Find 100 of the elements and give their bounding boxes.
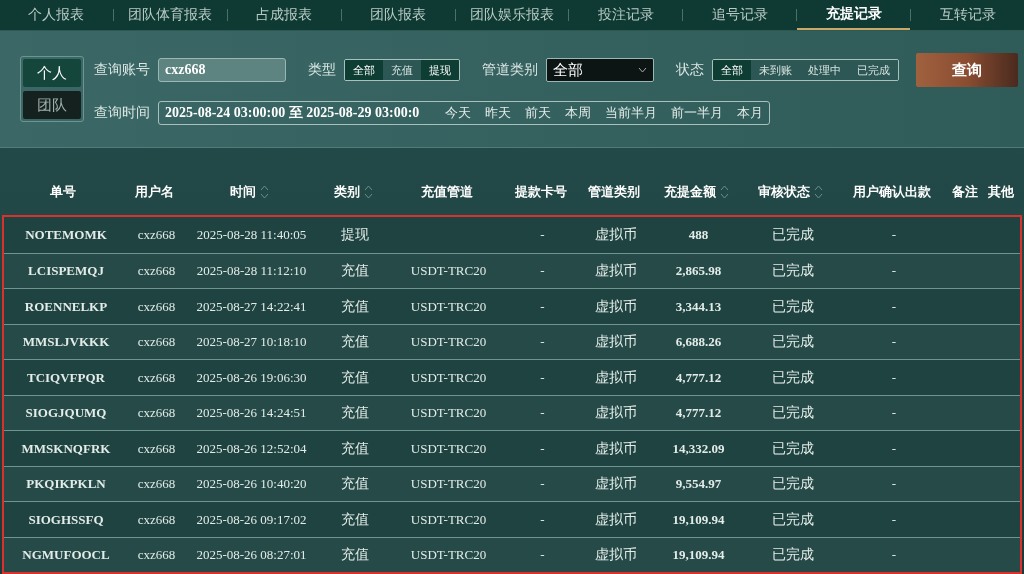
scope-tab[interactable]: 团队 <box>23 90 81 119</box>
column-header[interactable]: 用户名 <box>135 181 174 202</box>
column-header[interactable]: 审核状态 <box>758 181 823 202</box>
table-cell-text: cxz668 <box>137 333 176 351</box>
table-cell-text: 488 <box>688 226 709 244</box>
table-cell-text: - <box>540 510 545 529</box>
column-header[interactable]: 备注 <box>951 181 978 202</box>
segment-option[interactable]: 全部 <box>345 59 383 80</box>
column-header[interactable]: 类别 <box>333 181 373 202</box>
table-cell-text: 2025-08-26 14:24:51 <box>196 404 307 422</box>
tab[interactable]: 占成报表 <box>227 0 341 30</box>
table-cell-text: 充值 <box>341 438 369 458</box>
sort-icon[interactable] <box>363 183 373 200</box>
column-header[interactable]: 管道类别 <box>588 181 640 202</box>
column-header[interactable]: 时间 <box>230 181 269 202</box>
table-cell-text: USDT-TRC20 <box>410 262 487 280</box>
table-cell-text: 虚拟币 <box>595 367 637 387</box>
table-cell-text: 已完成 <box>771 403 814 423</box>
table-cell-text: USDT-TRC20 <box>410 368 487 387</box>
table-cell-text: 虚拟币 <box>595 509 637 529</box>
field-label: 管道类别 <box>482 60 538 80</box>
tab[interactable]: 团队体育报表 <box>113 0 227 30</box>
tab[interactable]: 团队娱乐报表 <box>455 0 569 30</box>
segment-option[interactable]: 充值 <box>383 59 421 80</box>
table-cell-text: cxz668 <box>137 475 176 493</box>
column-header[interactable]: 充提金额 <box>664 181 729 202</box>
sort-icon[interactable] <box>814 183 823 200</box>
table-cell-text: cxz668 <box>137 262 176 280</box>
table-cell-text: 充值 <box>341 261 369 281</box>
table-cell-text: 2025-08-26 19:06:30 <box>196 368 307 387</box>
field-label: 状态 <box>676 60 704 80</box>
table-cell-text: NOTEMOMK <box>25 226 107 244</box>
caret-icon <box>638 66 647 73</box>
table-cell-text: - <box>891 297 897 316</box>
table-cell-text: cxz668 <box>137 510 176 529</box>
tab[interactable]: 个人报表 <box>0 0 113 30</box>
table-cell-text: 已完成 <box>771 474 814 494</box>
segment-option[interactable]: 全部 <box>713 59 751 80</box>
table-cell-text: USDT-TRC20 <box>410 439 487 458</box>
table-cell-text: 充值 <box>341 509 369 529</box>
scope-tab[interactable]: 个人 <box>23 58 81 87</box>
table-cell-text: 2025-08-28 11:12:10 <box>196 262 307 280</box>
table-cell-text: MMSKNQFRK <box>21 439 111 458</box>
search-button[interactable]: 查询 <box>916 52 1018 87</box>
table-cell-text: 已完成 <box>771 296 814 316</box>
table-cell-text: 虚拟币 <box>595 403 637 423</box>
column-header[interactable]: 提款卡号 <box>514 181 567 202</box>
table-cell-text: 虚拟币 <box>595 261 637 281</box>
table-cell-text: cxz668 <box>137 404 176 422</box>
segment-option[interactable]: 已完成 <box>849 59 898 80</box>
field-label: 查询时间 <box>94 103 150 123</box>
table-cell-text: LCISPEMQJ <box>28 262 104 280</box>
input-field[interactable]: cxz668 <box>158 57 286 82</box>
column-header[interactable]: 充值管道 <box>420 181 473 202</box>
table-cell-text: 2,865.98 <box>675 262 722 280</box>
table-cell-text: 3,344.13 <box>675 297 722 316</box>
table-cell-text: cxz668 <box>137 439 176 458</box>
column-header[interactable]: 其他 <box>987 181 1014 202</box>
segment-option[interactable]: 处理中 <box>800 59 849 80</box>
sort-icon[interactable] <box>720 183 729 200</box>
table-cell-text: - <box>540 546 545 564</box>
table-cell-text: USDT-TRC20 <box>410 333 487 351</box>
table-cell-text: 4,777.12 <box>675 404 722 422</box>
table-cell-text: 19,109.94 <box>672 546 725 564</box>
table-cell-text: 虚拟币 <box>595 474 637 494</box>
sort-icon[interactable] <box>260 183 269 200</box>
tab[interactable]: 投注记录 <box>569 0 683 30</box>
segment-option[interactable]: 提现 <box>421 59 459 80</box>
table-cell-text: - <box>540 475 545 493</box>
table-cell-text: - <box>540 404 545 422</box>
table-cell-text: 2025-08-27 10:18:10 <box>196 333 307 351</box>
table-cell-text: 2025-08-28 11:40:05 <box>196 226 307 244</box>
table-cell-text: cxz668 <box>137 368 176 387</box>
channel-dropdown[interactable]: 全部 <box>546 57 654 82</box>
table-cell-text: - <box>891 510 897 529</box>
tab[interactable]: 充提记录 <box>797 0 911 30</box>
table-cell-text: 19,109.94 <box>672 510 725 529</box>
segment-option[interactable]: 未到账 <box>751 59 800 80</box>
table-cell-text: 已完成 <box>771 438 814 458</box>
table-cell-text: NGMUFOOCL <box>22 546 110 564</box>
tab[interactable]: 团队报表 <box>341 0 455 30</box>
table-cell-text: - <box>891 439 897 458</box>
table-cell-text: SIOGJQUMQ <box>25 404 107 422</box>
table-cell-text: - <box>540 439 545 458</box>
table-cell-text: ROENNELKP <box>24 297 108 316</box>
table-cell-text: 已完成 <box>771 225 814 245</box>
table-cell-text: cxz668 <box>137 297 176 316</box>
table-cell-text: 充值 <box>341 296 369 316</box>
table-cell-text: 已完成 <box>771 367 814 387</box>
table-cell-text: - <box>540 262 545 280</box>
tab[interactable]: 追号记录 <box>683 0 797 30</box>
table-cell-text: 已完成 <box>771 332 814 352</box>
table-cell-text: - <box>891 368 897 387</box>
tab[interactable]: 互转记录 <box>911 0 1024 30</box>
table-cell-text: 14,332.09 <box>672 439 725 458</box>
column-header[interactable]: 用户确认出款 <box>853 181 931 202</box>
table-cell-text: 虚拟币 <box>595 296 637 316</box>
column-header[interactable]: 单号 <box>50 181 76 202</box>
table-cell-text: - <box>891 262 897 280</box>
table-cell-text: 2025-08-27 14:22:41 <box>196 297 307 316</box>
